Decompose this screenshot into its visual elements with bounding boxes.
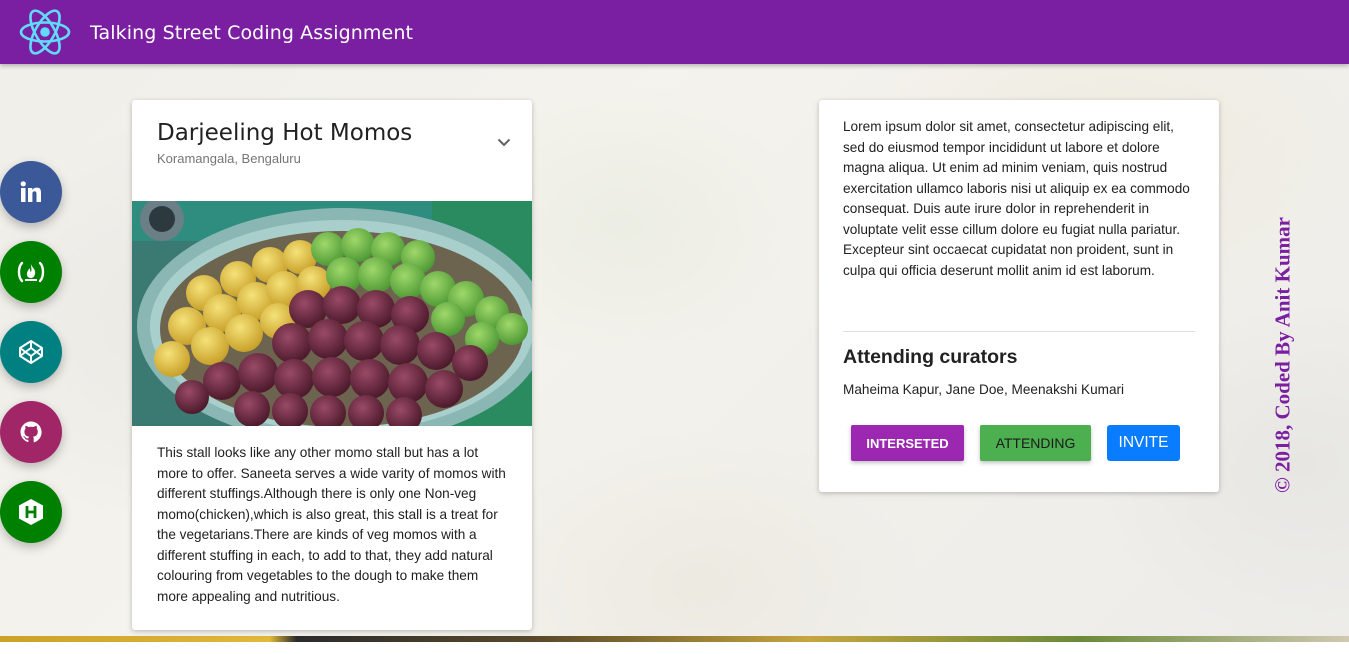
- freecodecamp-button[interactable]: [0, 241, 62, 303]
- divider: [843, 331, 1195, 332]
- app-title: Talking Street Coding Assignment: [90, 22, 414, 44]
- invite-button[interactable]: INVITE: [1107, 425, 1180, 461]
- curators-list: Maheima Kapur, Jane Doe, Meenakshi Kumar…: [843, 382, 1125, 397]
- attending-button[interactable]: ATTENDING: [980, 425, 1091, 461]
- momo-photo: [132, 201, 532, 426]
- copyright-credit: © 2018, Coded By Anit Kumar: [1270, 217, 1295, 493]
- react-atom-icon[interactable]: [18, 6, 72, 58]
- stall-location: Koramangala, Bengaluru: [157, 151, 301, 166]
- linkedin-button[interactable]: [0, 161, 62, 223]
- hackerrank-button[interactable]: [0, 481, 62, 543]
- freecodecamp-icon: [15, 260, 47, 284]
- hackerrank-icon: [18, 498, 44, 526]
- interested-button[interactable]: INTERSETED: [851, 425, 964, 461]
- stall-card: Darjeeling Hot Momos Koramangala, Bengal…: [132, 100, 532, 630]
- background-bottom-strip: [0, 636, 1349, 642]
- event-details-card: Lorem ipsum dolor sit amet, consectetur …: [819, 100, 1219, 492]
- codepen-button[interactable]: [0, 321, 62, 383]
- codepen-icon: [18, 339, 44, 365]
- event-description: Lorem ipsum dolor sit amet, consectetur …: [843, 119, 1190, 278]
- top-navbar: Talking Street Coding Assignment: [0, 0, 1349, 64]
- stall-description: This stall looks like any other momo sta…: [157, 445, 506, 604]
- stall-name: Darjeeling Hot Momos: [157, 120, 413, 146]
- chevron-down-icon[interactable]: [496, 134, 512, 150]
- curators-heading: Attending curators: [843, 346, 1018, 368]
- github-icon: [19, 420, 43, 444]
- github-button[interactable]: [0, 401, 62, 463]
- linkedin-icon: [19, 180, 43, 204]
